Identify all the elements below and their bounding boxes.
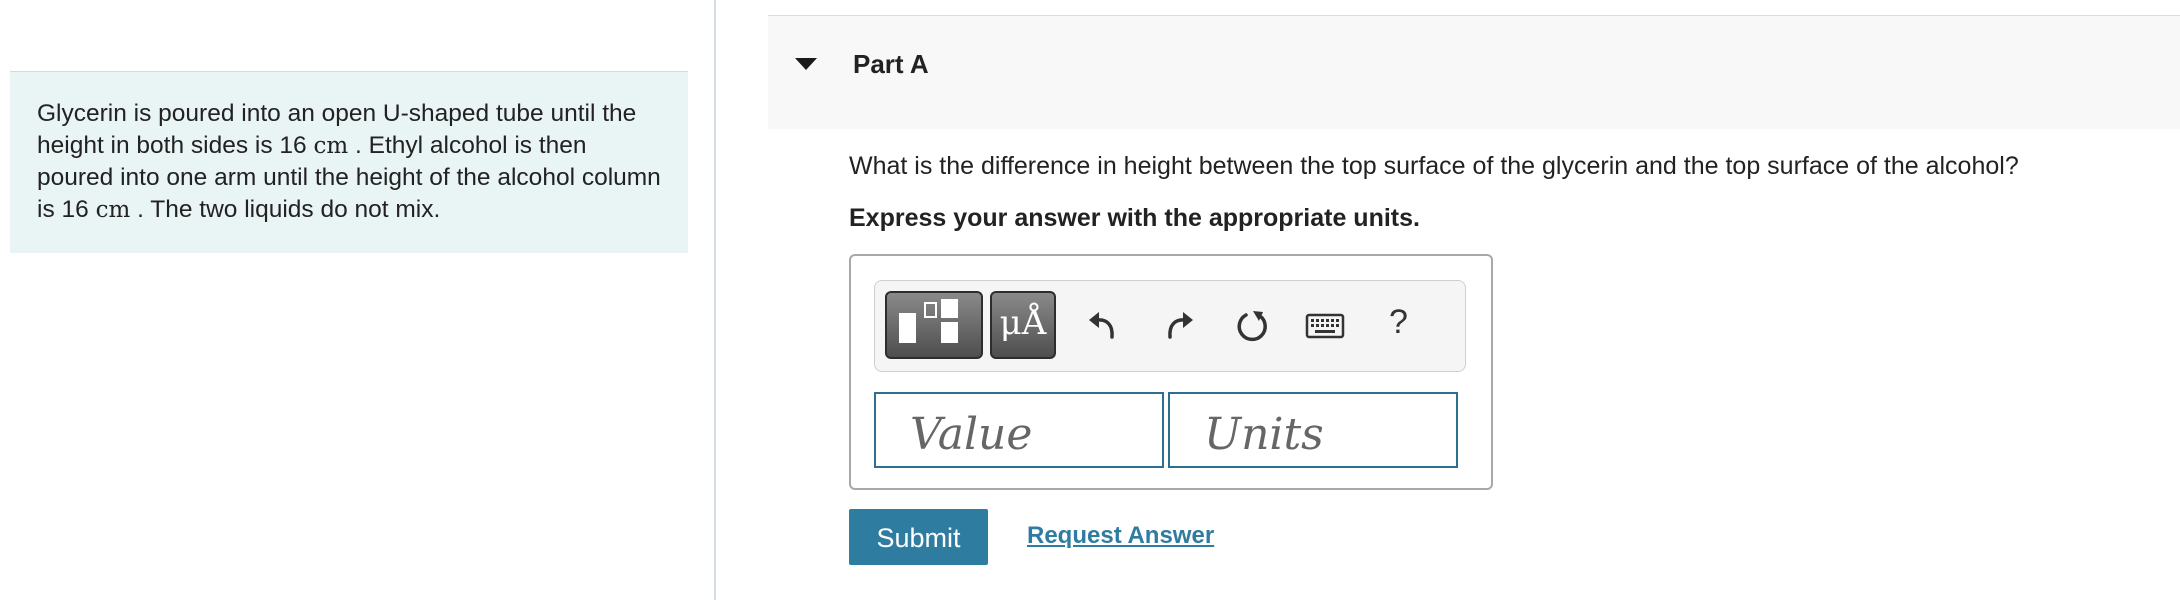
collapse-caret-icon[interactable] xyxy=(795,58,817,70)
reset-icon[interactable] xyxy=(1233,307,1269,343)
answer-box: μÅ ? xyxy=(849,254,1493,490)
pane-divider[interactable] xyxy=(714,0,716,600)
submit-button[interactable]: Submit xyxy=(849,509,988,565)
symbols-button[interactable]: μÅ xyxy=(990,291,1056,359)
redo-icon[interactable] xyxy=(1161,307,1197,343)
problem-unit-2: cm xyxy=(95,196,131,223)
part-a-header[interactable]: Part A xyxy=(768,15,2180,129)
keyboard-icon[interactable] xyxy=(1305,307,1345,343)
part-title: Part A xyxy=(853,49,929,79)
math-toolbar: μÅ ? xyxy=(874,280,1466,372)
templates-button[interactable] xyxy=(885,291,983,359)
problem-unit-1: cm xyxy=(313,132,349,159)
help-button[interactable]: ? xyxy=(1389,303,1408,342)
answer-instruction: Express your answer with the appropriate… xyxy=(849,204,1420,232)
value-input[interactable] xyxy=(874,392,1164,468)
problem-statement: Glycerin is poured into an open U-shaped… xyxy=(37,98,661,226)
units-input[interactable] xyxy=(1168,392,1458,468)
question-text: What is the difference in height between… xyxy=(849,152,2019,180)
symbols-label: μÅ xyxy=(999,303,1047,343)
request-answer-link[interactable]: Request Answer xyxy=(1027,522,1214,550)
templates-icon xyxy=(899,299,958,343)
problem-text-3: . The two liquids do not mix. xyxy=(130,195,441,223)
undo-icon[interactable] xyxy=(1085,307,1121,343)
problem-statement-panel: Glycerin is poured into an open U-shaped… xyxy=(10,71,688,253)
